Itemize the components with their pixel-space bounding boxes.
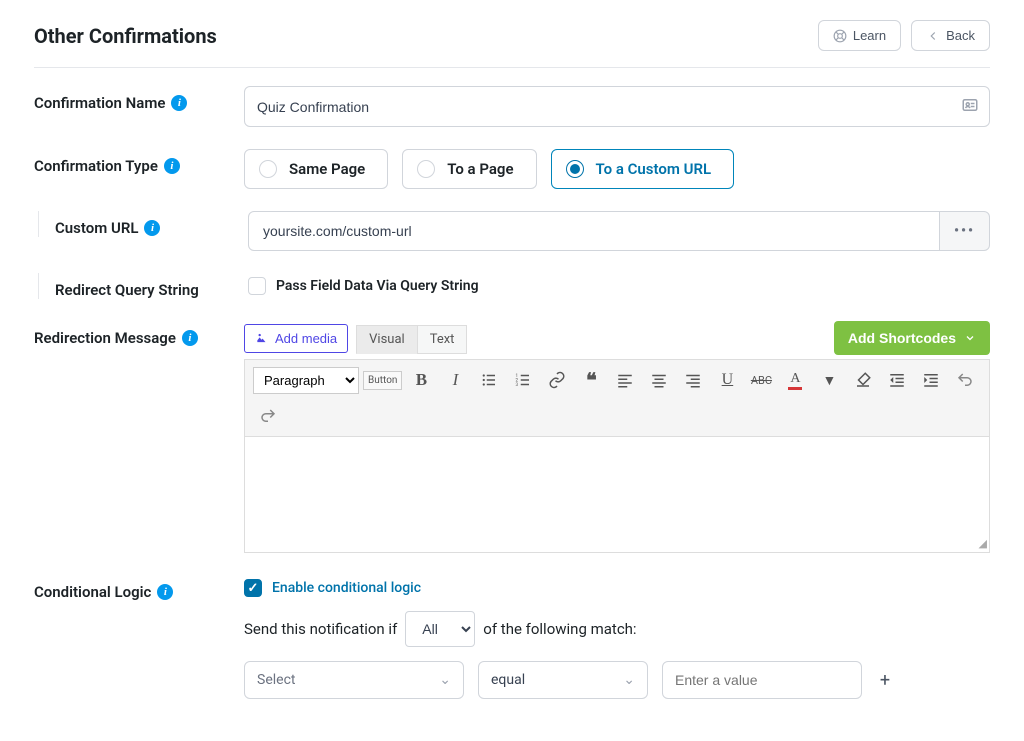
insert-button-toolbar[interactable]: Button [363, 371, 402, 390]
radio-icon [417, 160, 435, 178]
resize-handle-icon[interactable]: ◢ [979, 537, 987, 550]
undo-icon[interactable] [950, 366, 980, 394]
redirection-message-label: Redirection Message [34, 329, 176, 347]
id-card-icon [961, 96, 979, 118]
help-icon[interactable]: i [157, 584, 173, 600]
add-condition-button[interactable]: + [876, 671, 894, 689]
lifebuoy-icon [833, 29, 847, 43]
italic-icon[interactable]: I [440, 366, 470, 394]
underline-icon[interactable]: U [712, 366, 742, 394]
confirmation-name-label: Confirmation Name [34, 94, 165, 112]
confirmation-type-option[interactable]: To a Page [402, 149, 536, 189]
strike-icon[interactable]: ABC [746, 366, 776, 394]
conditional-sentence-post: of the following match: [483, 620, 636, 638]
confirmation-type-label: Confirmation Type [34, 157, 158, 175]
chevron-down-icon: ⌄ [623, 672, 635, 688]
format-select[interactable]: Paragraph [253, 367, 359, 394]
message-editor[interactable]: ◢ [244, 437, 990, 553]
add-media-button[interactable]: Add media [244, 324, 348, 353]
back-button[interactable]: Back [911, 20, 990, 51]
confirmation-type-option[interactable]: To a Custom URL [551, 149, 735, 189]
help-icon[interactable]: i [164, 158, 180, 174]
condition-operator-select[interactable]: equal ⌄ [478, 661, 648, 699]
number-list-icon[interactable]: 123 [508, 366, 538, 394]
learn-button[interactable]: Learn [818, 20, 901, 51]
redirect-query-label: Redirect Query String [55, 281, 199, 299]
enable-conditional-checkbox[interactable] [244, 579, 262, 597]
confirmation-type-option[interactable]: Same Page [244, 149, 388, 189]
condition-field-select[interactable]: Select ⌄ [244, 661, 464, 699]
pass-query-label: Pass Field Data Via Query String [276, 278, 479, 294]
media-icon [255, 331, 269, 345]
clear-format-icon[interactable] [848, 366, 878, 394]
radio-icon [259, 160, 277, 178]
help-icon[interactable]: i [144, 220, 160, 236]
text-color-dropdown-icon[interactable]: ▼ [814, 366, 844, 394]
tab-visual[interactable]: Visual [356, 325, 417, 354]
add-shortcodes-button[interactable]: Add Shortcodes [834, 321, 990, 355]
radio-icon [566, 160, 584, 178]
pass-query-checkbox[interactable] [248, 277, 266, 295]
chevron-down-icon: ⌄ [439, 672, 451, 688]
bold-icon[interactable]: B [406, 366, 436, 394]
svg-text:3: 3 [516, 382, 519, 388]
condition-value-input[interactable] [662, 661, 862, 699]
align-left-icon[interactable] [610, 366, 640, 394]
help-icon[interactable]: i [182, 330, 198, 346]
bullet-list-icon[interactable] [474, 366, 504, 394]
custom-url-input[interactable] [248, 211, 940, 251]
align-right-icon[interactable] [678, 366, 708, 394]
align-center-icon[interactable] [644, 366, 674, 394]
quote-icon[interactable]: ❝ [576, 366, 606, 394]
chevron-left-icon [926, 29, 940, 43]
custom-url-label: Custom URL [55, 219, 138, 237]
indent-icon[interactable] [916, 366, 946, 394]
chevron-down-icon [964, 332, 976, 344]
page-title: Other Confirmations [34, 24, 217, 48]
help-icon[interactable]: i [171, 95, 187, 111]
match-scope-select[interactable]: All [405, 611, 475, 647]
link-icon[interactable] [542, 366, 572, 394]
conditional-sentence-pre: Send this notification if [244, 620, 397, 638]
enable-conditional-label: Enable conditional logic [272, 580, 421, 596]
outdent-icon[interactable] [882, 366, 912, 394]
smart-tags-button[interactable]: ••• [940, 211, 990, 251]
redo-icon[interactable] [253, 402, 283, 430]
tab-text[interactable]: Text [417, 325, 468, 354]
conditional-logic-label: Conditional Logic [34, 583, 151, 601]
text-color-icon[interactable]: A [780, 366, 810, 394]
confirmation-name-input[interactable] [255, 98, 961, 116]
